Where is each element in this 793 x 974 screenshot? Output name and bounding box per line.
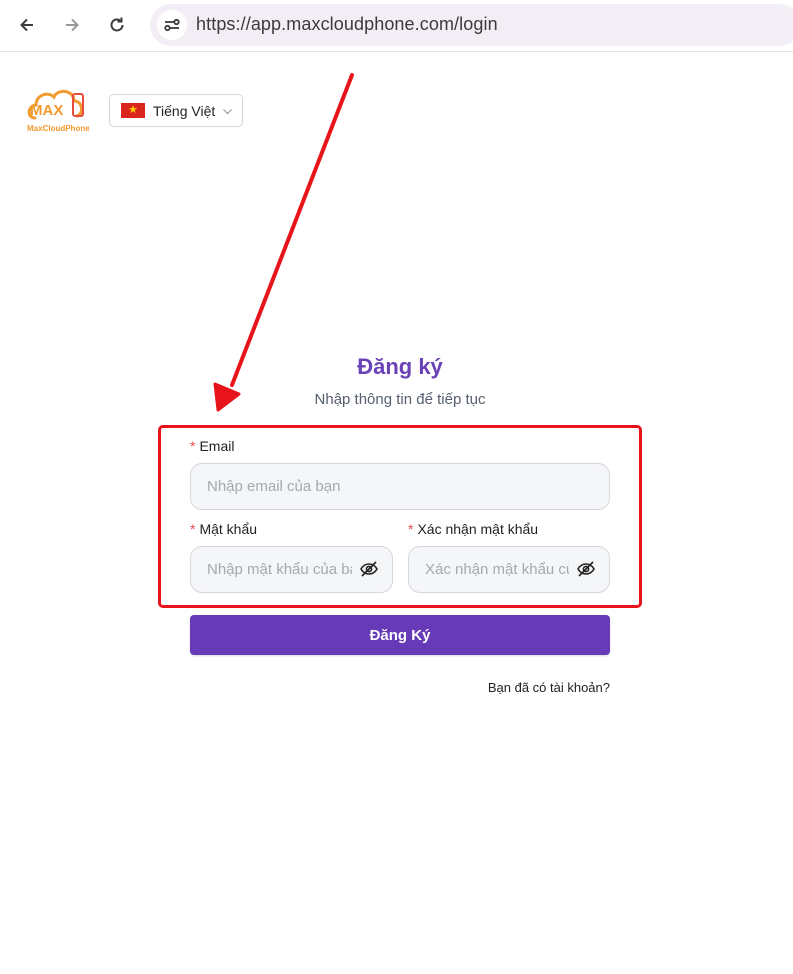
reload-button[interactable] bbox=[102, 10, 132, 40]
vietnam-flag-icon: ★ bbox=[121, 103, 145, 118]
site-settings-icon bbox=[164, 18, 180, 32]
reload-icon bbox=[110, 17, 124, 32]
chevron-down-icon bbox=[223, 109, 232, 115]
svg-text:MaxCloudPhone: MaxCloudPhone bbox=[27, 124, 89, 133]
register-button[interactable]: Đăng Ký bbox=[190, 615, 610, 655]
address-bar[interactable]: https://app.maxcloudphone.com/login bbox=[150, 4, 793, 46]
page-subtitle: Nhập thông tin để tiếp tục bbox=[314, 391, 486, 408]
forward-button[interactable] bbox=[57, 10, 87, 40]
svg-text:MAX: MAX bbox=[30, 102, 63, 119]
login-link[interactable]: Bạn đã có tài khoản? bbox=[488, 680, 610, 695]
language-select[interactable]: ★ Tiếng Việt bbox=[109, 94, 243, 127]
logo-image: MAX MaxCloudPhone bbox=[27, 89, 90, 133]
forward-arrow-icon bbox=[66, 18, 79, 32]
annotation-highlight-box bbox=[158, 425, 642, 608]
maxcloudphone-logo[interactable]: MAX MaxCloudPhone bbox=[25, 84, 90, 136]
url-text: https://app.maxcloudphone.com/login bbox=[196, 14, 498, 34]
browser-toolbar: https://app.maxcloudphone.com/login bbox=[0, 0, 793, 52]
back-button[interactable] bbox=[12, 10, 42, 40]
language-label: Tiếng Việt bbox=[153, 102, 216, 119]
back-arrow-icon bbox=[20, 18, 33, 32]
site-settings-button[interactable] bbox=[157, 10, 187, 40]
page-title: Đăng ký bbox=[357, 354, 443, 379]
